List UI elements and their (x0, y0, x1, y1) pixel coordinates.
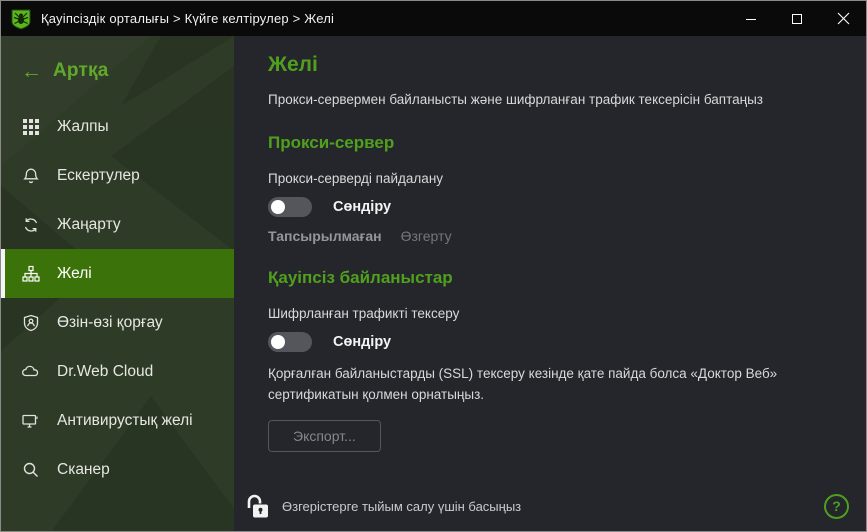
sidebar-item-scanner[interactable]: Сканер (1, 445, 234, 494)
help-button[interactable]: ? (824, 494, 849, 519)
proxy-status-row: Тапсырылмаған Өзгерту (268, 228, 844, 244)
bell-icon (21, 166, 40, 185)
secure-connections-heading: Қауіпсіз байланыстар (268, 266, 844, 290)
ssl-certificate-note: Қорғалған байланыстарды (SSL) тексеру ке… (268, 363, 844, 405)
ssl-toggle-row: Сөндіру (268, 332, 844, 352)
toggle-knob (271, 335, 285, 349)
sidebar-nav: Жалпы Ескертулер (1, 102, 234, 494)
proxy-section-heading: Прокси-сервер (268, 131, 844, 155)
sidebar-item-label: Dr.Web Cloud (57, 363, 153, 381)
maximize-icon (791, 13, 803, 25)
sidebar-item-label: Желі (57, 265, 92, 283)
ssl-toggle-switch[interactable] (268, 332, 312, 352)
sidebar-item-antivirus-network[interactable]: Антивирустық желі (1, 396, 234, 445)
sidebar: ← Артқа Жалпы (1, 36, 234, 532)
page-subtitle: Прокси-сервермен байланысты және шифрлан… (268, 91, 844, 109)
maximize-button[interactable] (774, 1, 820, 36)
settings-network-page: Желі Прокси-сервермен байланысты және ши… (234, 36, 866, 532)
drweb-logo-icon (10, 8, 32, 30)
proxy-toggle-label: Прокси-серверді пайдалану (268, 170, 844, 188)
sidebar-item-cloud[interactable]: Dr.Web Cloud (1, 347, 234, 396)
back-button[interactable]: ← Артқа (1, 56, 234, 86)
proxy-toggle-switch[interactable] (268, 197, 312, 217)
sidebar-item-label: Сканер (57, 461, 110, 479)
self-protection-shield-icon (21, 313, 40, 332)
sidebar-item-notifications[interactable]: Ескертулер (1, 151, 234, 200)
sidebar-item-label: Ескертулер (57, 167, 140, 185)
lock-hint-text: Өзгерістерге тыйым салу үшін басыңыз (282, 499, 521, 514)
sidebar-item-update[interactable]: Жаңарту (1, 200, 234, 249)
back-arrow-icon: ← (21, 61, 42, 82)
sidebar-item-network[interactable]: Желі (1, 249, 234, 298)
page-title: Желі (268, 52, 844, 78)
sidebar-item-self-protection[interactable]: Өзін-өзі қорғау (1, 298, 234, 347)
magnifier-icon (21, 460, 40, 479)
sidebar-item-general[interactable]: Жалпы (1, 102, 234, 151)
window-controls (728, 1, 866, 36)
back-label: Артқа (53, 60, 108, 82)
sidebar-item-label: Жалпы (57, 118, 109, 136)
proxy-status: Тапсырылмаған (268, 228, 382, 244)
minimize-icon (745, 13, 757, 25)
network-icon (21, 264, 40, 283)
toggle-knob (271, 200, 285, 214)
export-certificate-button[interactable]: Экспорт... (268, 420, 381, 452)
close-button[interactable] (820, 1, 866, 36)
monitor-icon (21, 411, 40, 430)
sidebar-item-label: Жаңарту (57, 216, 121, 234)
sidebar-item-label: Өзін-өзі қорғау (57, 314, 163, 332)
close-icon (837, 12, 850, 25)
minimize-button[interactable] (728, 1, 774, 36)
ssl-toggle-label: Шифрланған трафикті тексеру (268, 305, 844, 323)
titlebar: Қауіпсіздік орталығы > Күйге келтірулер … (1, 1, 866, 36)
open-lock-icon (246, 493, 270, 520)
ssl-toggle-state: Сөндіру (333, 334, 391, 350)
sidebar-item-label: Антивирустық желі (57, 412, 193, 430)
titlebar-breadcrumb: Қауіпсіздік орталығы > Күйге келтірулер … (41, 11, 728, 26)
cloud-icon (21, 362, 40, 381)
proxy-toggle-state: Сөндіру (333, 199, 391, 215)
proxy-toggle-row: Сөндіру (268, 197, 844, 217)
grid-icon (21, 117, 40, 136)
lock-settings-button[interactable] (246, 493, 270, 520)
app-window: Қауіпсіздік орталығы > Күйге келтірулер … (0, 0, 867, 532)
proxy-change-link[interactable]: Өзгерту (401, 228, 452, 244)
footer-bar: Өзгерістерге тыйым салу үшін басыңыз ? (234, 480, 866, 532)
refresh-icon (21, 215, 40, 234)
